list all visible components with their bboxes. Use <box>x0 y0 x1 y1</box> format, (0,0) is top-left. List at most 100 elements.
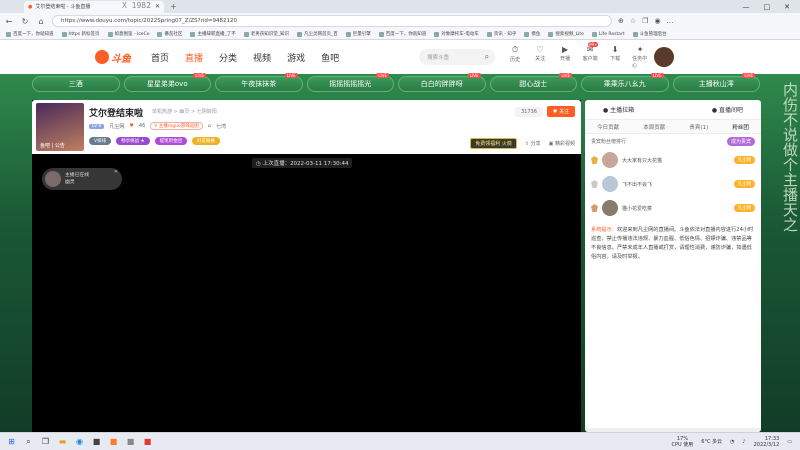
task-view-icon[interactable]: ❐ <box>40 436 51 447</box>
maximize-button[interactable]: □ <box>764 3 771 11</box>
nav-item-live[interactable]: 直播 <box>185 51 203 64</box>
bookmark-item[interactable]: 对象摩托车-电动车 <box>434 31 479 37</box>
header-task[interactable]: ✦ 任务中心 <box>632 45 648 69</box>
fan-badge: 凡尘网 <box>733 156 755 164</box>
address-toolbar: ← ↻ ⌂ https://www.douyu.com/topic/2022Sp… <box>0 13 800 29</box>
anchor-box-link[interactable]: ● 主播拉箱 <box>603 105 634 114</box>
douyu-client-icon[interactable]: ■ <box>108 436 119 447</box>
bookmark-item[interactable]: 凡尘灵网首页_百 <box>296 31 338 37</box>
home-icon[interactable]: ⌂ <box>36 17 46 26</box>
right-panel: ● 主播拉箱 ● 直播间吧 今日贡献 本周贡献 贵宾(1) 粉丝团 贵宾粉丝榜排… <box>585 100 761 432</box>
app-icon[interactable]: ■ <box>142 436 153 447</box>
rec-item[interactable]: 甜心战士 LIVE <box>489 73 577 92</box>
header-history[interactable]: ⏱ 历史 <box>507 45 523 69</box>
header-live[interactable]: ▶ 开播 <box>557 45 573 69</box>
zoom-icon[interactable]: ⊕ <box>618 17 624 25</box>
pill-withdraw[interactable]: 提现到金团 <box>154 137 188 145</box>
profile-icon[interactable]: ◉ <box>654 17 660 25</box>
app-icon[interactable]: ■ <box>91 436 102 447</box>
side-decoration-text: 内伤不说做个主播天之 <box>781 82 799 232</box>
bookmark-item[interactable]: 资讯 - 知乎 <box>486 31 516 37</box>
room-actions-2: 免费领福利 火箭 ⇪ 分享 ▣ 精彩视频 <box>470 138 575 149</box>
bookmark-item[interactable]: 番茄社区 <box>157 31 182 37</box>
nav-item-home[interactable]: 首页 <box>151 51 169 64</box>
room-category[interactable]: 单机热游 > 幽灵 > 七阴转阳 <box>152 108 217 115</box>
rec-item[interactable]: 摇摇摇摇摇光 LIVE <box>306 73 394 92</box>
rec-item[interactable]: 三酒 <box>32 76 120 92</box>
close-window-button[interactable]: ✕ <box>784 3 790 11</box>
room-chip[interactable]: V 主播rogue游戏返图 <box>150 122 203 130</box>
bookmark-item[interactable]: 摸鱼 <box>524 31 540 37</box>
rec-item[interactable]: 主播秋山澪 LIVE <box>672 73 760 92</box>
become-vip-button[interactable]: 成为贵宾 <box>726 136 755 146</box>
room-avatar[interactable]: 鱼吧 | 公告 <box>36 103 84 151</box>
share-button[interactable]: ⇪ 分享 <box>525 140 541 147</box>
tab-fans[interactable]: 粉丝团 <box>732 123 749 131</box>
room-bar-link[interactable]: ● 直播间吧 <box>712 105 743 114</box>
search-icon[interactable]: ⌕ <box>23 436 34 447</box>
windows-start-icon[interactable]: ⊞ <box>6 436 17 447</box>
bookmark-item[interactable]: 斗鱼管理后台 <box>632 31 667 37</box>
network-icon[interactable]: ◔ <box>730 439 734 445</box>
tab-vip[interactable]: 贵宾(1) <box>689 123 708 131</box>
pill-league[interactable]: 好友联赛 <box>192 137 221 145</box>
minimize-button[interactable]: — <box>743 3 750 11</box>
edge-icon[interactable]: ◉ <box>74 436 85 447</box>
pill-vip[interactable]: V排排 <box>89 137 112 145</box>
cpu-widget[interactable]: 17% CPU 使用 <box>672 436 694 448</box>
header-download[interactable]: ⬇ 下载 <box>607 45 623 69</box>
notification-icon[interactable]: ▭ <box>787 439 792 445</box>
bookmark-item[interactable]: 百度一下，你就知道 <box>378 31 426 37</box>
free-gift-button[interactable]: 免费领福利 火箭 <box>470 138 517 149</box>
nav-item-fishbar[interactable]: 鱼吧 <box>321 51 339 64</box>
bookmark-item[interactable]: 老男孩知识堂_知识 <box>243 31 289 37</box>
weather-widget[interactable]: 6°C 多云 <box>701 438 722 445</box>
bookmark-item[interactable]: 搜索视频_Lite <box>548 31 584 37</box>
refresh-icon[interactable]: ↻ <box>20 17 30 26</box>
room-actions: 31736 ♥ 关注 <box>515 106 575 117</box>
anchor-card[interactable]: 主播已在线 幽灵 ✕ <box>42 168 122 190</box>
site-logo[interactable]: 斗鱼 <box>95 47 137 67</box>
bookmark-item[interactable]: 百度一下，你就知道 <box>6 31 54 37</box>
avatar[interactable] <box>654 47 675 67</box>
bookmark-item[interactable]: 巨量引擎 <box>345 31 371 37</box>
new-tab-button[interactable]: + <box>170 2 177 11</box>
close-icon[interactable]: ✕ <box>155 3 160 10</box>
bookmark-item[interactable]: 主播辞职直播_了不 <box>190 31 236 37</box>
header-message[interactable]: ✉ 99+ 客户端 <box>582 42 599 69</box>
bookmark-item[interactable]: 如意图鉴 - IceCe <box>107 31 149 37</box>
search-input[interactable]: 搜索斗鱼 ⌕ <box>419 49 496 65</box>
rec-item[interactable]: 乘乘乐八幺九 LIVE <box>581 73 669 92</box>
nav-item-category[interactable]: 分类 <box>219 51 237 64</box>
list-item[interactable]: 飞不出不会飞 凡尘网 <box>585 172 761 196</box>
rec-item[interactable]: 午夜抹抹茶 LIVE <box>215 73 303 92</box>
app-icon[interactable]: ■ <box>125 436 136 447</box>
clips-button[interactable]: ▣ 精彩视频 <box>549 140 575 147</box>
url-field[interactable]: https://www.douyu.com/topic/2022Spring07… <box>52 15 612 27</box>
bookmark-item[interactable]: Life Restart <box>591 31 625 37</box>
more-icon[interactable]: … <box>667 17 674 25</box>
bookmark-item[interactable]: https 新标签页 <box>61 31 100 37</box>
rec-item[interactable]: 星星弟弟ovo LIVE <box>123 73 211 92</box>
overlay-text: X 1982 <box>122 1 151 10</box>
clock[interactable]: 17:33 2022/3/12 <box>754 436 780 448</box>
tab-today[interactable]: 今日贡献 <box>597 123 619 131</box>
explorer-icon[interactable]: ▬ <box>57 436 68 447</box>
search-icon[interactable]: ⌕ <box>485 52 489 62</box>
nav-item-game[interactable]: 游戏 <box>287 51 305 64</box>
collections-icon[interactable]: ❐ <box>642 17 648 25</box>
follow-button[interactable]: ♥ 关注 <box>546 106 575 117</box>
header-follow[interactable]: ♡ 关注 <box>532 45 548 69</box>
pill-challenge[interactable]: 畅享挑战 ★ <box>116 137 150 145</box>
rec-item[interactable]: 白白的胖胖呀 LIVE <box>398 73 486 92</box>
volume-icon[interactable]: ♪ <box>742 439 745 445</box>
nav-item-video[interactable]: 视频 <box>253 51 271 64</box>
owner-name[interactable]: 凡尘网 <box>109 123 124 130</box>
back-icon[interactable]: ← <box>4 17 14 26</box>
favorite-icon[interactable]: ☆ <box>630 17 636 25</box>
list-item[interactable]: 猫小花爱吃菜 凡尘网 <box>585 196 761 220</box>
close-icon[interactable]: ✕ <box>114 169 118 175</box>
list-item[interactable]: 大大家有只大花猫 凡尘网 <box>585 148 761 172</box>
tab-week[interactable]: 本周贡献 <box>643 123 665 131</box>
system-notice: 系统提示：欢迎来到凡尘网的直播间。斗鱼依法对直播内容进行24小时巡查，禁止传播违… <box>591 227 754 260</box>
